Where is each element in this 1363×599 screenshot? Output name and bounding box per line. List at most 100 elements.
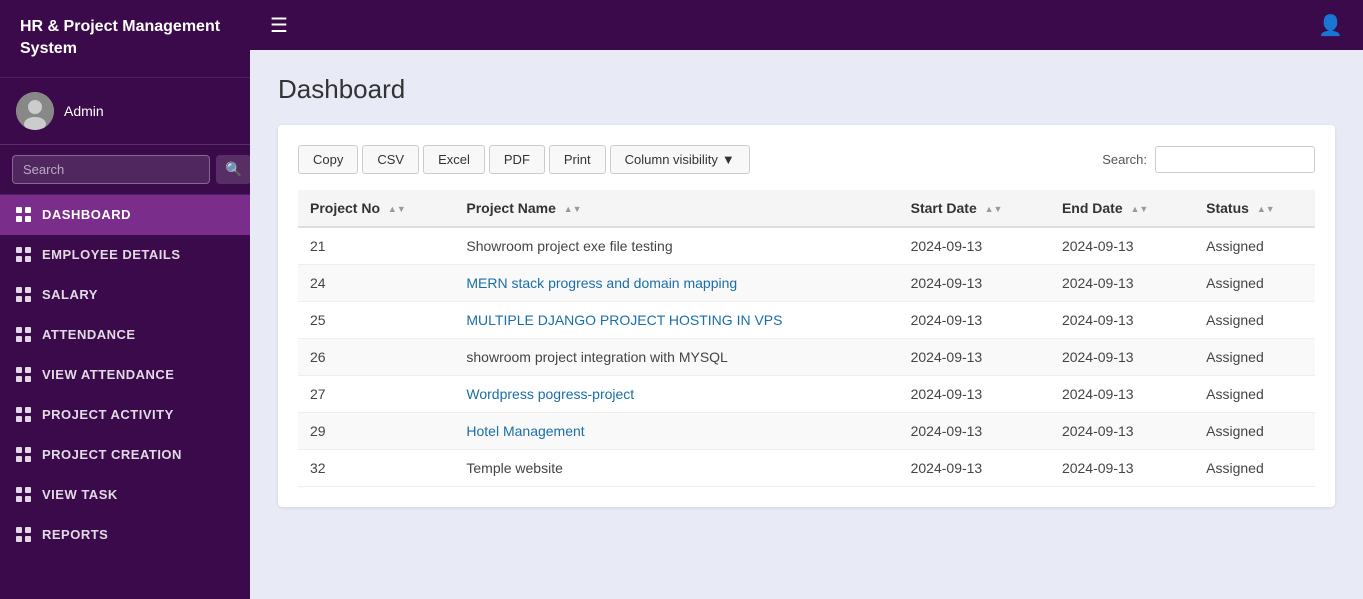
sidebar-item-employee-details[interactable]: EMPLOYEE DETAILS <box>0 235 250 275</box>
pdf-button[interactable]: PDF <box>489 145 545 174</box>
col-header-project_no[interactable]: Project No ▲▼ <box>298 190 454 227</box>
sidebar-item-view-attendance[interactable]: VIEW ATTENDANCE <box>0 355 250 395</box>
nav-label: DASHBOARD <box>42 207 131 222</box>
user-name: Admin <box>64 103 104 119</box>
project-name-cell[interactable]: Hotel Management <box>454 413 898 450</box>
sort-icon-project_no: ▲▼ <box>388 205 406 214</box>
nav-menu: DASHBOARD EMPLOYEE DETAILS SALARY ATTEND… <box>0 195 250 555</box>
nav-label: SALARY <box>42 287 98 302</box>
project-name-cell: Temple website <box>454 450 898 487</box>
nav-label: VIEW TASK <box>42 487 118 502</box>
end-date-cell: 2024-09-13 <box>1050 339 1194 376</box>
status-cell: Assigned <box>1194 227 1315 265</box>
column-visibility-button[interactable]: Column visibility ▼ <box>610 145 750 174</box>
nav-label: VIEW ATTENDANCE <box>42 367 174 382</box>
col-header-project_name[interactable]: Project Name ▲▼ <box>454 190 898 227</box>
table-row: 29Hotel Management2024-09-132024-09-13As… <box>298 413 1315 450</box>
column-visibility-label: Column visibility <box>625 152 718 167</box>
start-date-cell: 2024-09-13 <box>899 413 1050 450</box>
project-name-cell: Showroom project exe file testing <box>454 227 898 265</box>
page-title: Dashboard <box>278 74 1335 105</box>
end-date-cell: 2024-09-13 <box>1050 413 1194 450</box>
nav-label: ATTENDANCE <box>42 327 136 342</box>
status-cell: Assigned <box>1194 376 1315 413</box>
sidebar-item-project-creation[interactable]: PROJECT CREATION <box>0 435 250 475</box>
project-no-cell: 21 <box>298 227 454 265</box>
csv-button[interactable]: CSV <box>362 145 419 174</box>
col-header-start_date[interactable]: Start Date ▲▼ <box>899 190 1050 227</box>
table-body: 21Showroom project exe file testing2024-… <box>298 227 1315 487</box>
copy-button[interactable]: Copy <box>298 145 358 174</box>
project-no-cell: 27 <box>298 376 454 413</box>
view-attendance-icon <box>16 367 32 383</box>
table-row: 24MERN stack progress and domain mapping… <box>298 265 1315 302</box>
hamburger-icon[interactable]: ☰ <box>270 13 288 38</box>
col-header-end_date[interactable]: End Date ▲▼ <box>1050 190 1194 227</box>
status-cell: Assigned <box>1194 265 1315 302</box>
project-no-cell: 29 <box>298 413 454 450</box>
status-cell: Assigned <box>1194 302 1315 339</box>
end-date-cell: 2024-09-13 <box>1050 227 1194 265</box>
search-label: Search: <box>1102 152 1147 167</box>
user-info: Admin <box>0 78 250 145</box>
search-button[interactable]: 🔍 <box>216 155 250 184</box>
end-date-cell: 2024-09-13 <box>1050 450 1194 487</box>
table-search-area: Search: <box>1102 146 1315 173</box>
status-cell: Assigned <box>1194 413 1315 450</box>
sort-icon-start_date: ▲▼ <box>985 205 1003 214</box>
sort-icon-status: ▲▼ <box>1257 205 1275 214</box>
project-no-cell: 24 <box>298 265 454 302</box>
start-date-cell: 2024-09-13 <box>899 376 1050 413</box>
sidebar-item-view-task[interactable]: VIEW TASK <box>0 475 250 515</box>
nav-label: PROJECT ACTIVITY <box>42 407 174 422</box>
sidebar: HR & Project Management System Admin 🔍 D… <box>0 0 250 599</box>
nav-label: EMPLOYEE DETAILS <box>42 247 181 262</box>
avatar <box>16 92 54 130</box>
start-date-cell: 2024-09-13 <box>899 302 1050 339</box>
project-no-cell: 25 <box>298 302 454 339</box>
project-name-cell[interactable]: Wordpress pogress-project <box>454 376 898 413</box>
project-name-cell[interactable]: MULTIPLE DJANGO PROJECT HOSTING IN VPS <box>454 302 898 339</box>
excel-button[interactable]: Excel <box>423 145 485 174</box>
table-row: 26showroom project integration with MYSQ… <box>298 339 1315 376</box>
table-row: 27Wordpress pogress-project2024-09-13202… <box>298 376 1315 413</box>
print-button[interactable]: Print <box>549 145 606 174</box>
nav-label: PROJECT CREATION <box>42 447 182 462</box>
end-date-cell: 2024-09-13 <box>1050 265 1194 302</box>
content-area: Dashboard CopyCSVExcelPDFPrintColumn vis… <box>250 50 1363 599</box>
project-name-cell: showroom project integration with MYSQL <box>454 339 898 376</box>
topbar: ☰ 👤 <box>250 0 1363 50</box>
sidebar-search-area: 🔍 <box>0 145 250 195</box>
sidebar-item-salary[interactable]: SALARY <box>0 275 250 315</box>
export-buttons: CopyCSVExcelPDFPrintColumn visibility ▼ <box>298 145 750 174</box>
employee-details-icon <box>16 247 32 263</box>
sidebar-item-reports[interactable]: REPORTS <box>0 515 250 555</box>
end-date-cell: 2024-09-13 <box>1050 376 1194 413</box>
search-input[interactable] <box>12 155 210 184</box>
topbar-user-icon[interactable]: 👤 <box>1318 13 1343 38</box>
table-row: 25MULTIPLE DJANGO PROJECT HOSTING IN VPS… <box>298 302 1315 339</box>
project-name-cell[interactable]: MERN stack progress and domain mapping <box>454 265 898 302</box>
dashboard-card: CopyCSVExcelPDFPrintColumn visibility ▼ … <box>278 125 1335 507</box>
table-header: Project No ▲▼Project Name ▲▼Start Date ▲… <box>298 190 1315 227</box>
sidebar-item-dashboard[interactable]: DASHBOARD <box>0 195 250 235</box>
main-area: ☰ 👤 Dashboard CopyCSVExcelPDFPrintColumn… <box>250 0 1363 599</box>
status-cell: Assigned <box>1194 339 1315 376</box>
table-toolbar: CopyCSVExcelPDFPrintColumn visibility ▼ … <box>298 145 1315 174</box>
project-no-cell: 32 <box>298 450 454 487</box>
start-date-cell: 2024-09-13 <box>899 265 1050 302</box>
start-date-cell: 2024-09-13 <box>899 339 1050 376</box>
table-row: 21Showroom project exe file testing 2024-… <box>298 227 1315 265</box>
sidebar-item-project-activity[interactable]: PROJECT ACTIVITY <box>0 395 250 435</box>
end-date-cell: 2024-09-13 <box>1050 302 1194 339</box>
table-search-input[interactable] <box>1155 146 1315 173</box>
reports-icon <box>16 527 32 543</box>
table-row: 32Temple website2024-09-132024-09-13Assi… <box>298 450 1315 487</box>
salary-icon <box>16 287 32 303</box>
col-header-status[interactable]: Status ▲▼ <box>1194 190 1315 227</box>
sidebar-item-attendance[interactable]: ATTENDANCE <box>0 315 250 355</box>
nav-label: REPORTS <box>42 527 108 542</box>
attendance-icon <box>16 327 32 343</box>
project-no-cell: 26 <box>298 339 454 376</box>
project-creation-icon <box>16 447 32 463</box>
